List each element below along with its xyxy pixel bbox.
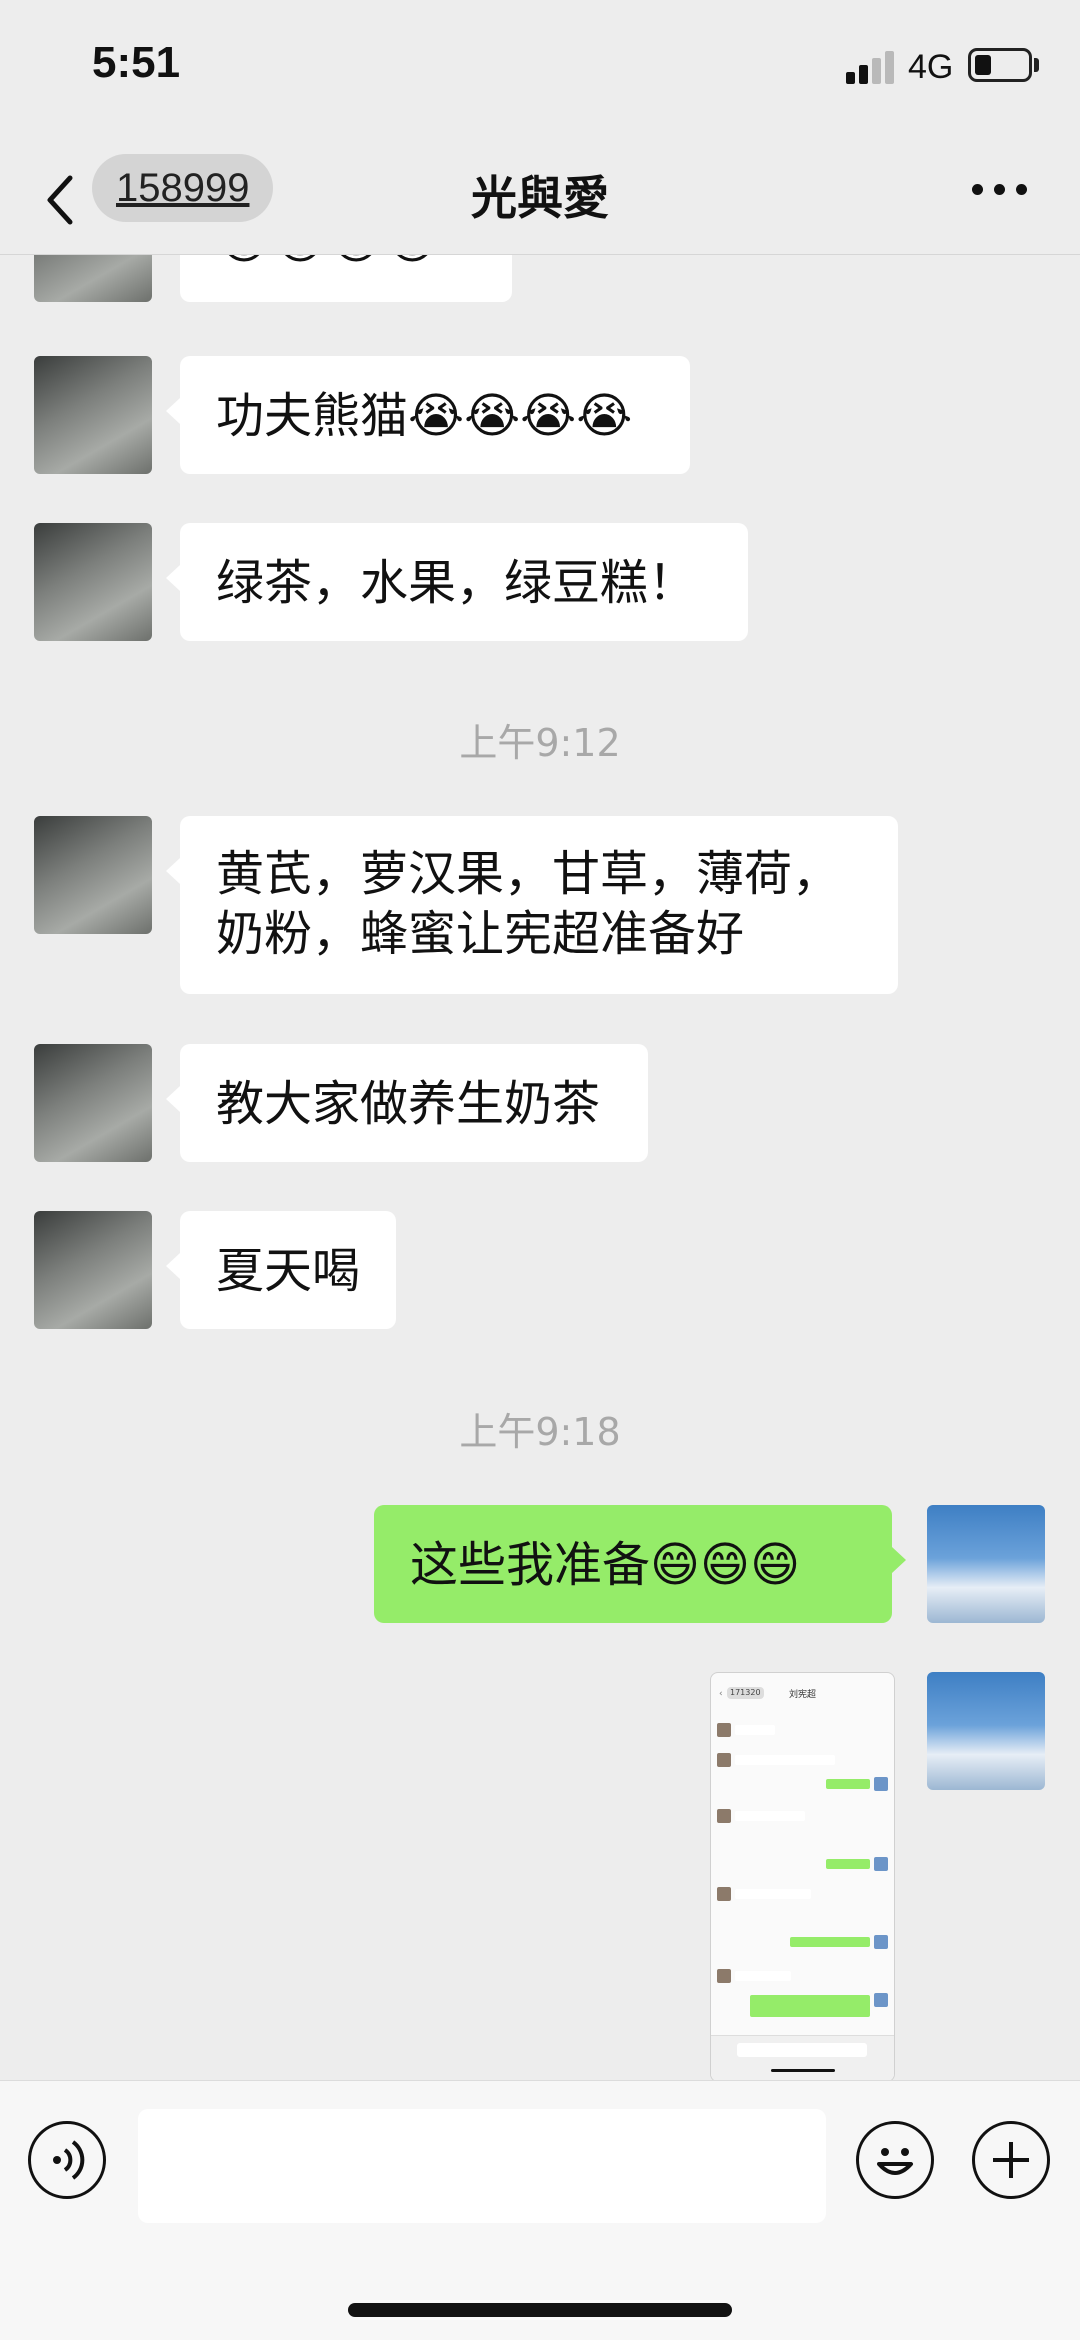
contact-avatar[interactable]: [34, 816, 152, 934]
message-text-line: 奶粉，蜂蜜让宪超准备好: [216, 906, 745, 962]
input-bar: [0, 2080, 1080, 2340]
battery-cap: [1034, 58, 1039, 72]
my-avatar[interactable]: [927, 1672, 1045, 1790]
smiley-icon: [877, 2148, 913, 2175]
message-text: 教大家做养生奶茶: [216, 1076, 601, 1132]
network-type-label: 4G: [908, 48, 954, 86]
voice-icon: [53, 2140, 85, 2180]
message-text: 😂😂😂😂: [216, 254, 440, 270]
more-functions-button[interactable]: [972, 2121, 1050, 2199]
message-bubble[interactable]: 功夫熊猫😭😭😭😭: [166, 356, 690, 474]
message-timestamp: 上午9:18: [459, 1410, 621, 1454]
thumb-avatar: [717, 1723, 731, 1737]
image-message-thumbnail[interactable]: ‹ 171320 刘宪超: [710, 1672, 895, 2080]
message-bubble[interactable]: 教大家做养生奶茶: [166, 1044, 648, 1162]
my-message-bubble[interactable]: 这些我准备😄😄😄: [374, 1505, 906, 1623]
message-bubble[interactable]: 黄芪，萝汉果，甘草，薄荷， 奶粉，蜂蜜让宪超准备好: [166, 816, 898, 994]
message-text: 夏天喝: [216, 1243, 361, 1299]
contact-avatar[interactable]: [34, 523, 152, 641]
home-indicator: [348, 2303, 732, 2317]
plus-icon: [993, 2142, 1029, 2178]
message-bubble[interactable]: 绿茶，水果，绿豆糕！: [166, 523, 748, 641]
chat-header: 158999 光與愛: [0, 140, 1080, 255]
signal-strength-icon: [846, 48, 896, 84]
status-bar: 5:51 4G: [0, 0, 1080, 140]
message-timestamp: 上午9:12: [459, 721, 621, 765]
contact-avatar[interactable]: [34, 254, 152, 302]
message-text-line: 黄芪，萝汉果，甘草，薄荷，: [216, 846, 841, 902]
chat-title: 光與愛: [471, 171, 609, 225]
status-time: 5:51: [92, 38, 181, 87]
contact-avatar[interactable]: [34, 1211, 152, 1329]
message-text: 功夫熊猫😭😭😭😭: [216, 388, 633, 444]
more-options-icon[interactable]: [972, 184, 1028, 198]
message-list[interactable]: 😂😂😂😂 功夫熊猫😭😭😭😭 绿茶，水果，绿豆糕！ 上午9:12 黄芪，萝汉果，甘…: [0, 254, 1080, 2080]
voice-input-button[interactable]: [28, 2121, 106, 2199]
battery-icon: [968, 48, 1032, 82]
message-text: 这些我准备😄😄😄: [410, 1537, 801, 1593]
thumb-title: 刘宪超: [788, 1690, 816, 1700]
contact-avatar[interactable]: [34, 1044, 152, 1162]
contact-avatar[interactable]: [34, 356, 152, 474]
message-bubble[interactable]: 夏天喝: [166, 1211, 396, 1329]
message-input[interactable]: [138, 2109, 826, 2223]
emoji-button[interactable]: [856, 2121, 934, 2199]
message-bubble[interactable]: 😂😂😂😂: [180, 254, 512, 302]
message-text: 绿茶，水果，绿豆糕！: [216, 555, 697, 611]
my-avatar[interactable]: [927, 1505, 1045, 1623]
